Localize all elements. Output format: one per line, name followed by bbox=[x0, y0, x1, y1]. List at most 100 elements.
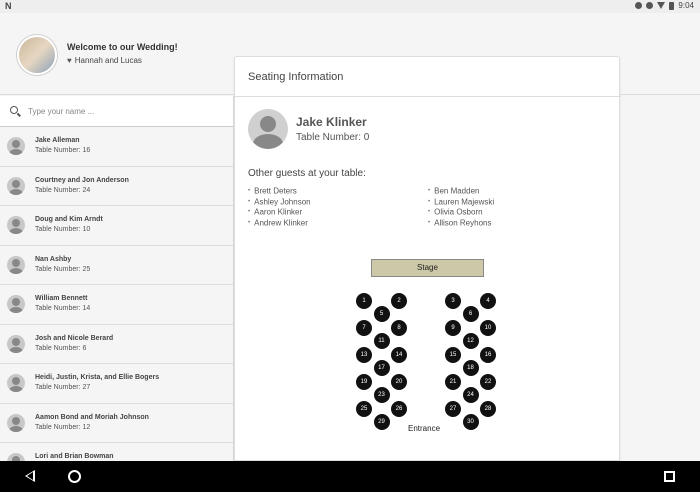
guest-name: Josh and Nicole Berard bbox=[35, 334, 114, 342]
seating-table: 21 bbox=[445, 374, 461, 390]
guest-avatar-icon bbox=[7, 453, 25, 461]
guest-table-number: Table Number: 27 bbox=[35, 384, 91, 391]
guest-list: Jake Alleman Table Number: 16 Courtney and… bbox=[0, 127, 233, 461]
guest-row[interactable]: Doug and Kim Arndt Table Number: 10 bbox=[0, 206, 233, 246]
stage: Stage bbox=[371, 259, 484, 277]
other-guests-right: Ben MaddenLauren MajewskiOlivia OsbornAl… bbox=[428, 186, 494, 228]
wifi-icon bbox=[657, 2, 666, 9]
guest-name: Lori and Brian Bowman bbox=[35, 453, 114, 460]
divider bbox=[235, 96, 621, 97]
seating-table: 24 bbox=[462, 386, 479, 403]
guest-list-panel: Jake Alleman Table Number: 16 Courtney and… bbox=[0, 96, 234, 461]
guest-name: William Bennett bbox=[35, 295, 88, 302]
guest-name: Heidi, Justin, Krista, and Ellie Bogers bbox=[35, 374, 160, 381]
guest-avatar-icon bbox=[7, 255, 25, 274]
table-mate: Andrew Klinker bbox=[248, 218, 311, 229]
guest-table-number: Table Number: 24 bbox=[35, 186, 91, 194]
guest-avatar-icon bbox=[7, 216, 25, 234]
guest-avatar-icon bbox=[7, 137, 25, 155]
home-icon[interactable] bbox=[68, 470, 81, 483]
status-bar: N 9:04 bbox=[0, 0, 700, 13]
seating-table: 6 bbox=[462, 305, 479, 322]
guest-row[interactable]: Lori and Brian BowmanTable Number: 7 bbox=[0, 443, 233, 461]
guest-name: Aamon Bond and Moriah Johnson bbox=[35, 413, 149, 421]
seating-table: 11 bbox=[373, 332, 390, 349]
seating-table: 29 bbox=[373, 413, 390, 430]
seating-table: 7 bbox=[356, 320, 372, 336]
bluetooth-icon bbox=[635, 2, 643, 9]
guest-table-number: Table Number: 6 bbox=[35, 344, 87, 352]
guest-avatar-icon bbox=[7, 413, 25, 432]
back-icon[interactable] bbox=[25, 470, 35, 482]
seating-table: 10 bbox=[480, 320, 496, 336]
couple-names-text: Hannah and Lucas bbox=[74, 56, 142, 65]
seating-table: 3 bbox=[445, 293, 461, 309]
guest-table-number: Table Number: 14 bbox=[35, 305, 91, 312]
couple-avatar bbox=[17, 35, 57, 75]
seating-table: 2 bbox=[391, 293, 407, 309]
guest-avatar-icon bbox=[7, 176, 25, 195]
selected-guest-avatar bbox=[248, 109, 288, 149]
seating-table: 4 bbox=[480, 293, 496, 309]
guest-table-number: Table Number: 10 bbox=[35, 226, 91, 233]
guest-name: Courtney and Jon Anderson bbox=[35, 176, 129, 184]
seating-table: 19 bbox=[356, 374, 372, 390]
recents-icon[interactable] bbox=[664, 471, 675, 482]
guest-name: Nan Ashby bbox=[35, 255, 72, 263]
seating-table: 13 bbox=[356, 347, 372, 363]
table-mate: Aaron Klinker bbox=[248, 207, 311, 218]
guest-row[interactable]: William Bennett Table Number: 14 bbox=[0, 285, 233, 325]
seating-table: 22 bbox=[480, 374, 496, 390]
search-bar bbox=[0, 96, 233, 127]
entrance-label: Entrance bbox=[408, 424, 441, 433]
guest-row[interactable]: Josh and Nicole Berard Table Number: 6 bbox=[0, 325, 233, 364]
seating-table: 23 bbox=[373, 386, 390, 403]
seating-table: 8 bbox=[391, 320, 407, 336]
seating-table: 12 bbox=[462, 332, 479, 349]
status-icons: 9:04 bbox=[635, 1, 694, 10]
seating-table: 28 bbox=[480, 401, 496, 417]
search-input[interactable] bbox=[28, 104, 218, 118]
seating-card: Seating Information Jake Klinker Table N… bbox=[234, 56, 621, 461]
guest-avatar-icon bbox=[7, 374, 25, 392]
seating-table: 14 bbox=[391, 347, 407, 363]
guest-name: Jake Alleman bbox=[35, 137, 80, 144]
guest-row[interactable]: Heidi, Justin, Krista, and Ellie Bogers T… bbox=[0, 364, 233, 404]
seating-table: 9 bbox=[445, 320, 461, 336]
android-nav-bar bbox=[0, 461, 700, 492]
table-mate: Olivia Osborn bbox=[428, 207, 494, 218]
seating-table: 20 bbox=[391, 374, 407, 390]
table-mate: Lauren Majewski bbox=[428, 197, 494, 208]
seating-table: 16 bbox=[480, 347, 496, 363]
selected-guest-table: Table Number: 0 bbox=[296, 132, 370, 143]
search-icon bbox=[10, 106, 18, 114]
table-mate: Brett Deters bbox=[248, 186, 311, 197]
heart-icon: ♥ bbox=[67, 56, 72, 65]
guest-table-number: Table Number: 12 bbox=[35, 423, 91, 431]
table-mate: Ben Madden bbox=[428, 186, 494, 197]
guest-table-number: Table Number: 25 bbox=[35, 265, 91, 273]
seating-table: 30 bbox=[462, 413, 479, 430]
couple-names: ♥ Hannah and Lucas bbox=[67, 56, 142, 65]
other-guests-title: Other guests at your table: bbox=[248, 168, 366, 179]
seating-table: 15 bbox=[445, 347, 461, 363]
guest-row[interactable]: Jake Alleman Table Number: 16 bbox=[0, 127, 233, 167]
battery-icon bbox=[669, 1, 675, 10]
selected-guest-name: Jake Klinker bbox=[296, 115, 367, 129]
seating-table: 25 bbox=[356, 401, 372, 417]
welcome-title: Welcome to our Wedding! bbox=[67, 42, 178, 52]
seating-table: 26 bbox=[391, 401, 407, 417]
seating-table: 1 bbox=[356, 293, 372, 309]
guest-avatar-icon bbox=[7, 334, 25, 353]
clock: 9:04 bbox=[678, 1, 694, 10]
table-mate: Allison Reyhons bbox=[428, 218, 494, 229]
seating-table: 18 bbox=[462, 359, 479, 376]
dnd-icon bbox=[646, 2, 654, 9]
seating-table: 5 bbox=[373, 305, 390, 322]
seating-table: 27 bbox=[445, 401, 461, 417]
guest-row[interactable]: Nan Ashby Table Number: 25 bbox=[0, 246, 233, 285]
guest-name: Doug and Kim Arndt bbox=[35, 216, 103, 223]
guest-table-number: Table Number: 16 bbox=[35, 147, 91, 154]
guest-row[interactable]: Courtney and Jon Anderson Table Number: 2… bbox=[0, 167, 233, 206]
guest-row[interactable]: Aamon Bond and Moriah Johnson Table Numbe… bbox=[0, 404, 233, 443]
